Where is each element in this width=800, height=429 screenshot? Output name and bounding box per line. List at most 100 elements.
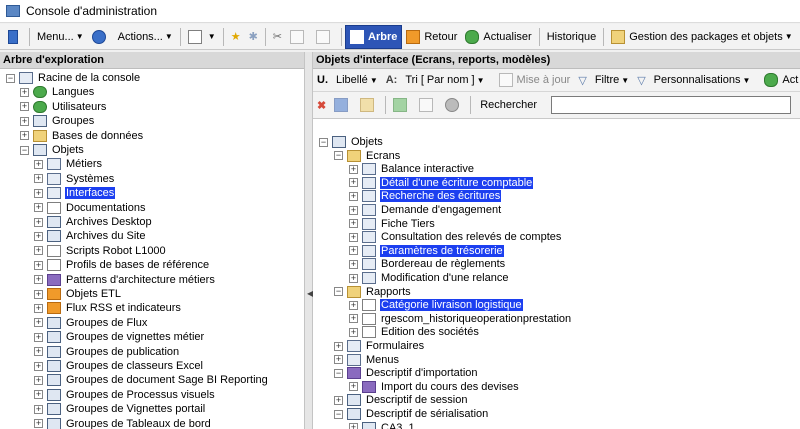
cut-button[interactable]: ✂ (269, 26, 286, 48)
font-button[interactable]: A: (382, 69, 402, 91)
expand-toggle-icon[interactable]: + (349, 232, 358, 242)
tree-row[interactable]: + Catégorie livraison logistique (349, 298, 523, 312)
expand-toggle-icon[interactable]: + (34, 188, 43, 198)
expand-toggle-icon[interactable]: + (20, 116, 29, 126)
save-button[interactable] (330, 94, 356, 116)
favorite-button[interactable]: ★ (227, 26, 245, 48)
expand-toggle-icon[interactable]: + (334, 395, 343, 405)
expand-toggle-icon[interactable]: + (34, 159, 43, 169)
filtre-button[interactable]: Filtre ▼ (591, 69, 633, 91)
delete-button[interactable]: ✖ (313, 94, 330, 116)
tree-row[interactable]: + Groupes de document Sage BI Reporting (34, 373, 269, 387)
expand-toggle-icon[interactable]: + (34, 347, 43, 357)
expand-toggle-icon[interactable]: + (349, 246, 358, 256)
actualiser-button[interactable]: Actualiser (461, 26, 535, 48)
expand-toggle-icon[interactable]: − (334, 368, 343, 378)
tree-row[interactable]: + Bordereau de règlements (349, 257, 506, 271)
menu-button[interactable]: Menu... ▼ (33, 26, 88, 48)
tree-row[interactable]: + Utilisateurs (20, 100, 107, 114)
tree-row[interactable]: + Flux RSS et indicateurs (34, 301, 182, 315)
expand-toggle-icon[interactable]: + (349, 314, 358, 324)
expand-toggle-icon[interactable]: + (34, 203, 43, 213)
tree-row[interactable]: + Systèmes (34, 172, 115, 186)
tree-row[interactable]: + Groupes de classeurs Excel (34, 359, 204, 373)
search-input[interactable] (551, 96, 792, 114)
settings-button[interactable]: ✱ (245, 26, 262, 48)
expand-toggle-icon[interactable]: + (34, 174, 43, 184)
tree-row[interactable]: + Documentations (34, 201, 147, 215)
tree-row[interactable]: + Groupes de Processus visuels (34, 388, 216, 402)
tree-row[interactable]: + Balance interactive (349, 162, 475, 176)
tree-row[interactable]: + CA3_1 (349, 421, 416, 429)
tree-row[interactable]: + Demande d'engagement (349, 203, 502, 217)
expand-toggle-icon[interactable]: + (334, 355, 343, 365)
tree-row[interactable]: + Bases de données (20, 129, 144, 143)
tree-row[interactable]: + Groupes de Flux (34, 316, 148, 330)
expand-toggle-icon[interactable]: + (34, 275, 43, 285)
tree-row[interactable]: + Fiche Tiers (349, 217, 436, 231)
actions-button[interactable]: Actions... ▼ (114, 26, 177, 48)
tree-row[interactable]: + Recherche des écritures (349, 189, 502, 203)
expand-toggle-icon[interactable]: + (20, 87, 29, 97)
target-button[interactable] (88, 26, 114, 48)
tree-row[interactable]: + Métiers (34, 157, 103, 171)
tri-button[interactable]: Tri [ Par nom ] ▼ (401, 69, 488, 91)
tree-row[interactable]: − Objets (319, 135, 384, 149)
expand-toggle-icon[interactable]: + (334, 341, 343, 351)
expand-toggle-icon[interactable]: − (20, 145, 29, 155)
expand-toggle-icon[interactable]: + (34, 260, 43, 270)
tree-row[interactable]: + Patterns d'architecture métiers (34, 273, 216, 287)
funnel-button[interactable]: ▽ (574, 69, 590, 91)
retour-button[interactable]: Retour (402, 26, 461, 48)
tree-row[interactable]: + Groupes de publication (34, 345, 180, 359)
mise-a-jour-button[interactable]: Mise à jour (495, 69, 575, 91)
expand-toggle-icon[interactable]: − (334, 287, 343, 297)
expand-toggle-icon[interactable]: + (349, 219, 358, 229)
expand-toggle-icon[interactable]: + (349, 205, 358, 215)
info-button[interactable] (441, 94, 467, 116)
expand-toggle-icon[interactable]: − (319, 137, 328, 147)
tree-row[interactable]: + Paramètres de trésorerie (349, 244, 504, 258)
expand-toggle-icon[interactable]: + (34, 361, 43, 371)
expand-toggle-icon[interactable]: + (20, 131, 29, 141)
expand-toggle-icon[interactable]: + (34, 217, 43, 227)
tree-row[interactable]: + Groupes de Vignettes portail (34, 402, 206, 416)
expand-toggle-icon[interactable]: + (34, 303, 43, 313)
tree-row[interactable]: − Racine de la console (6, 71, 141, 85)
expand-toggle-icon[interactable]: + (349, 164, 358, 174)
expand-toggle-icon[interactable]: + (349, 327, 358, 337)
window-button[interactable]: ▼ (184, 26, 220, 48)
folder-button[interactable] (356, 94, 382, 116)
expand-toggle-icon[interactable]: + (34, 289, 43, 299)
expand-toggle-icon[interactable]: + (34, 419, 43, 429)
green-doc-button[interactable] (389, 94, 415, 116)
expand-toggle-icon[interactable]: + (34, 390, 43, 400)
expand-toggle-icon[interactable]: + (349, 300, 358, 310)
act-button[interactable]: Act (760, 69, 800, 91)
expand-toggle-icon[interactable]: + (349, 191, 358, 201)
tree-row[interactable]: − Descriptif d'importation (334, 366, 479, 380)
tree-row[interactable]: + Descriptif de session (334, 393, 469, 407)
tree-row[interactable]: + rgescom_historiqueoperationprestation (349, 312, 572, 326)
panel-splitter[interactable]: ◀ (305, 52, 313, 429)
tree-row[interactable]: + Modification d'une relance (349, 271, 509, 285)
personnalisations-button[interactable]: Personnalisations ▼ (650, 69, 755, 91)
tree-row[interactable]: + Edition des sociétés (349, 325, 480, 339)
arbre-button[interactable]: Arbre (345, 24, 403, 49)
blank-button[interactable] (415, 94, 441, 116)
tree-row[interactable]: + Objets ETL (34, 287, 122, 301)
expand-toggle-icon[interactable]: + (349, 382, 358, 392)
expand-toggle-icon[interactable]: + (349, 178, 358, 188)
expand-toggle-icon[interactable]: + (34, 246, 43, 256)
underline-button[interactable]: U. (313, 69, 332, 91)
expand-toggle-icon[interactable]: + (20, 102, 29, 112)
tree-row[interactable]: + Consultation des relevés de comptes (349, 230, 562, 244)
expand-toggle-icon[interactable]: + (349, 423, 358, 429)
tree-row[interactable]: + Archives du Site (34, 229, 146, 243)
tree-row[interactable]: − Objets (20, 143, 85, 157)
expand-toggle-icon[interactable]: + (34, 318, 43, 328)
tree-row[interactable]: + Groupes de Tableaux de bord (34, 417, 212, 429)
tree-row[interactable]: − Descriptif de sérialisation (334, 407, 489, 421)
tree-row[interactable]: + Archives Desktop (34, 215, 153, 229)
expand-toggle-icon[interactable]: + (349, 259, 358, 269)
